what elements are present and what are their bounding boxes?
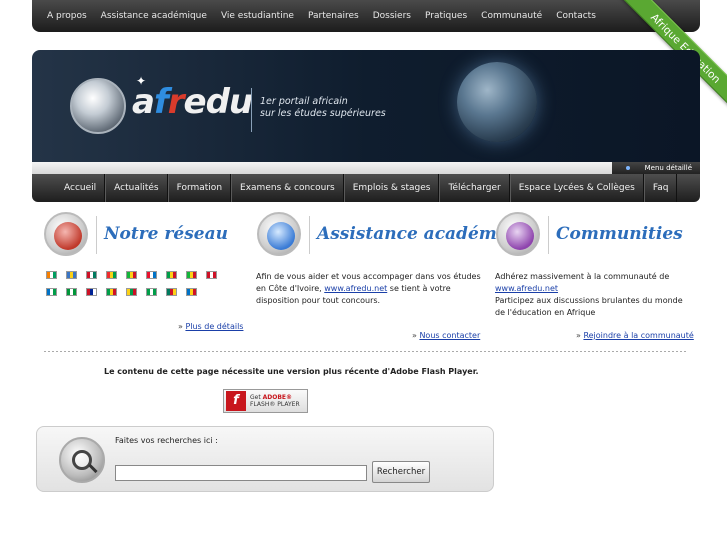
flash-required-message: Le contenu de cette page nécessite une v… <box>104 367 479 376</box>
communities-more: » Rejoindre à la communauté <box>576 331 694 340</box>
top-nav-item[interactable]: Contacts <box>549 11 603 21</box>
menu-detail-label: Menu détaillé <box>644 164 692 172</box>
top-nav-item[interactable]: Vie estudiantine <box>214 11 301 21</box>
communities-text: Adhérez massivement à la communauté de w… <box>495 271 690 319</box>
flash-icon: f <box>226 391 246 411</box>
country-flag-icon[interactable] <box>166 288 177 296</box>
logo-letter-a: a <box>132 82 155 122</box>
tagline: 1er portail africain sur les études supé… <box>260 96 386 120</box>
country-flag-icon[interactable] <box>46 288 57 296</box>
reseau-globe-icon <box>44 212 88 256</box>
country-flag-icon[interactable] <box>106 271 117 279</box>
tagline-line-2: sur les études supérieures <box>260 108 386 119</box>
plus-de-details-link[interactable]: Plus de détails <box>185 322 243 331</box>
nous-contacter-link[interactable]: Nous contacter <box>419 331 480 340</box>
section-divider <box>309 216 310 254</box>
assistance-icon-inner <box>267 222 295 250</box>
afredu-community-link[interactable]: www.afredu.net <box>495 284 558 293</box>
flash-player-label: FLASH® PLAYER <box>250 401 300 408</box>
main-nav-item[interactable]: Formation <box>167 174 232 202</box>
top-nav-item[interactable]: Pratiques <box>418 11 474 21</box>
rejoindre-communaute-link[interactable]: Rejoindre à la communauté <box>583 331 693 340</box>
top-nav-item[interactable]: Assistance académique <box>94 11 214 21</box>
country-flag-icon[interactable] <box>206 271 217 279</box>
country-flags <box>46 271 246 305</box>
get-flash-player-button[interactable]: f Get ADOBE® FLASH® PLAYER <box>223 389 308 413</box>
country-flag-icon[interactable] <box>146 271 157 279</box>
communities-text-before: Adhérez massivement à la communauté de <box>495 272 670 281</box>
country-flag-icon[interactable] <box>86 288 97 296</box>
country-flag-icon[interactable] <box>106 288 117 296</box>
country-flag-icon[interactable] <box>66 271 77 279</box>
top-nav-item[interactable]: A propos <box>40 11 94 21</box>
main-nav-item[interactable]: Accueil <box>56 174 106 202</box>
reseau-heading: Notre réseau <box>104 224 228 244</box>
tagline-line-1: 1er portail africain <box>260 96 348 107</box>
main-nav-item[interactable]: Espace Lycées & Collèges <box>509 174 644 202</box>
country-flag-icon[interactable] <box>146 288 157 296</box>
flash-get-label: Get <box>250 394 263 401</box>
communities-text-after: Participez aux discussions brulantes du … <box>495 296 683 317</box>
main-nav-item[interactable]: Actualités <box>105 174 168 202</box>
menu-detail-button[interactable]: Menu détaillé <box>612 162 700 174</box>
detail-bar: Menu détaillé <box>32 162 700 174</box>
logo-letter-f: f <box>153 82 169 122</box>
top-nav-item[interactable]: Dossiers <box>366 11 418 21</box>
assistance-more: » Nous contacter <box>412 331 480 340</box>
flash-adobe-label: ADOBE® <box>262 394 293 401</box>
flash-button-text: Get ADOBE® FLASH® PLAYER <box>250 394 300 408</box>
search-panel: Faites vos recherches ici : Rechercher <box>36 426 494 492</box>
logo-letters-du: du <box>205 82 254 122</box>
afredu-link[interactable]: www.afredu.net <box>324 284 387 293</box>
section-divider <box>96 216 97 254</box>
communities-heading: Communities <box>556 224 683 244</box>
communities-network-icon <box>496 212 540 256</box>
globe-icon <box>457 62 537 142</box>
search-label: Faites vos recherches ici : <box>115 436 218 445</box>
site-logo[interactable]: afredu <box>132 82 254 122</box>
logo-bubble-icon <box>70 78 126 134</box>
magnifier-handle <box>88 463 98 474</box>
top-nav-item[interactable]: Partenaires <box>301 11 366 21</box>
page: A propos Assistance académique Vie estudia… <box>0 0 727 545</box>
country-flag-icon[interactable] <box>186 271 197 279</box>
rechercher-button[interactable]: Rechercher <box>372 461 430 483</box>
search-input[interactable] <box>115 465 367 481</box>
section-divider <box>548 216 549 254</box>
main-nav-item[interactable]: Examens & concours <box>231 174 344 202</box>
country-flag-icon[interactable] <box>166 271 177 279</box>
header-banner: ✦ afredu 1er portail africain sur les ét… <box>32 50 700 162</box>
logo-letter-r: r <box>167 82 185 122</box>
top-nav-item[interactable]: Communauté <box>474 11 549 21</box>
country-flag-icon[interactable] <box>126 288 137 296</box>
main-nav: Accueil Actualités Formation Examens & conc… <box>32 174 700 202</box>
logo-letter-e: e <box>183 82 207 122</box>
assistance-text: Afin de vous aider et vous accompager da… <box>256 271 481 307</box>
dotted-divider <box>44 351 686 352</box>
top-nav: A propos Assistance académique Vie estudia… <box>32 0 700 32</box>
flag-row-2 <box>46 288 246 296</box>
main-nav-item[interactable]: Emplois & stages <box>343 174 440 202</box>
reseau-more: » Plus de détails <box>178 322 243 331</box>
flag-row-1 <box>46 271 246 279</box>
assistance-icon <box>257 212 301 256</box>
country-flag-icon[interactable] <box>46 271 57 279</box>
reseau-icon-inner <box>54 222 82 250</box>
main-nav-item[interactable]: Faq <box>643 174 678 202</box>
magnifier-icon <box>59 437 105 483</box>
dot-icon <box>626 166 630 170</box>
logo-divider <box>251 88 252 132</box>
country-flag-icon[interactable] <box>86 271 97 279</box>
country-flag-icon[interactable] <box>66 288 77 296</box>
main-nav-item[interactable]: Télécharger <box>439 174 510 202</box>
country-flag-icon[interactable] <box>186 288 197 296</box>
country-flag-icon[interactable] <box>126 271 137 279</box>
communities-icon-inner <box>506 222 534 250</box>
